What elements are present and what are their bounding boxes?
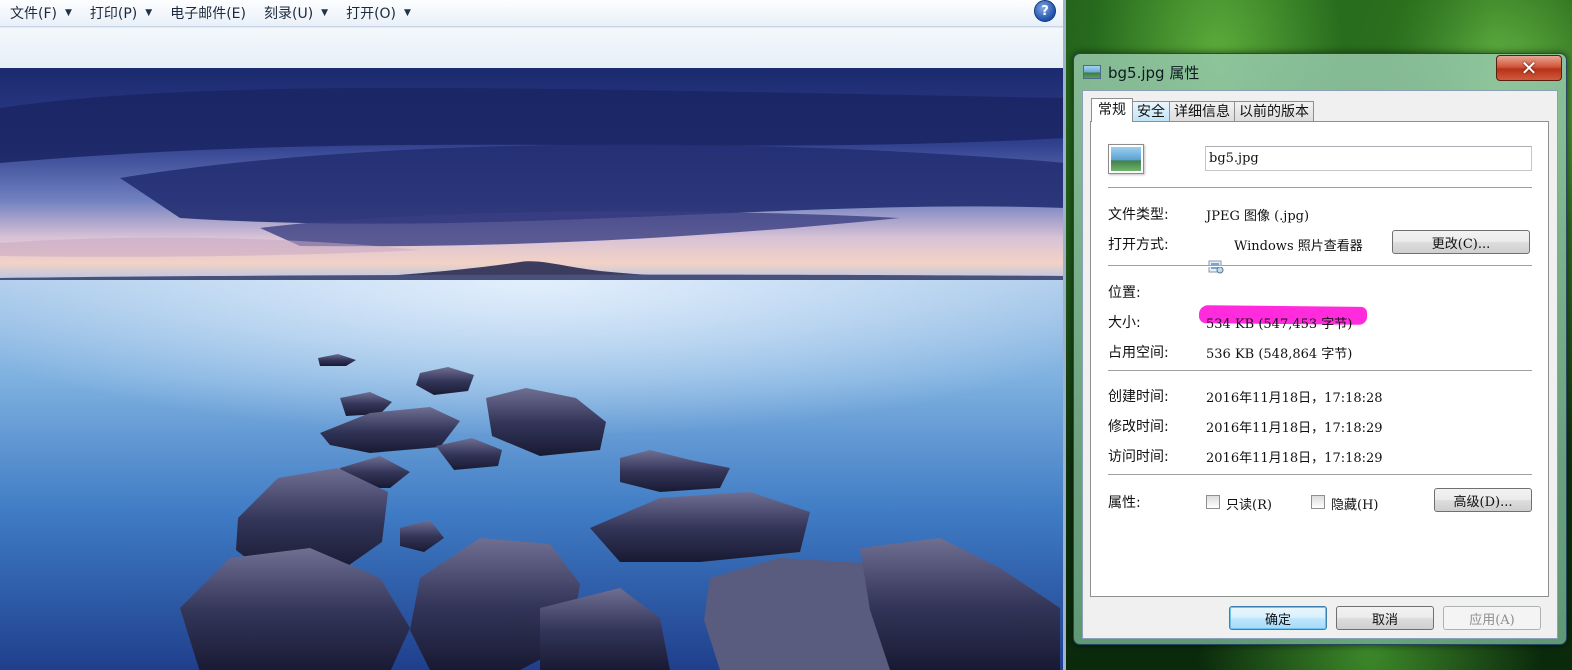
viewer-toolbar-strip bbox=[0, 28, 1066, 68]
advanced-button[interactable]: 高级(D)... bbox=[1434, 488, 1532, 512]
tab-strip: 常规 安全 详细信息 以前的版本 bbox=[1091, 98, 1314, 122]
divider bbox=[1108, 370, 1532, 372]
opens-with-value: Windows 照片查看器 bbox=[1234, 239, 1363, 254]
tab-details[interactable]: 详细信息 bbox=[1169, 101, 1235, 122]
attributes-label: 属性: bbox=[1108, 495, 1141, 511]
created-value: 2016年11月18日，17:18:28 bbox=[1206, 391, 1383, 406]
filename-field[interactable] bbox=[1205, 146, 1532, 171]
modified-value: 2016年11月18日，17:18:29 bbox=[1206, 421, 1383, 436]
photo-canvas bbox=[0, 68, 1066, 670]
viewer-menubar: 文件(F) ▼ 打印(P) ▼ 电子邮件(E) 刻录(U) ▼ 打开(O) ▼ … bbox=[0, 0, 1066, 27]
file-properties-dialog: bg5.jpg 属性 ✕ 常规 安全 详细信息 以前的版本 文件类型: JPEG… bbox=[1073, 53, 1567, 645]
created-label: 创建时间: bbox=[1108, 389, 1169, 405]
size-label: 大小: bbox=[1108, 315, 1141, 331]
menu-open[interactable]: 打开(O) ▼ bbox=[340, 2, 417, 24]
ok-button[interactable]: 确定 bbox=[1229, 606, 1327, 630]
chevron-down-icon: ▼ bbox=[321, 8, 329, 18]
size-value: 534 KB (547,453 字节) bbox=[1206, 317, 1353, 332]
general-tab-panel: 文件类型: JPEG 图像 (.jpg) 打开方式: Windows 照片查看器… bbox=[1090, 121, 1549, 597]
accessed-label: 访问时间: bbox=[1108, 449, 1169, 465]
size-on-disk-value: 536 KB (548,864 字节) bbox=[1206, 347, 1353, 362]
readonly-checkbox[interactable] bbox=[1206, 495, 1220, 509]
change-button[interactable]: 更改(C)... bbox=[1392, 230, 1530, 254]
cancel-button[interactable]: 取消 bbox=[1336, 606, 1434, 630]
image-thumbnail-icon bbox=[1108, 144, 1144, 174]
file-type-value: JPEG 图像 (.jpg) bbox=[1206, 209, 1310, 224]
menu-print[interactable]: 打印(P) ▼ bbox=[84, 2, 158, 24]
accessed-value: 2016年11月18日，17:18:29 bbox=[1206, 451, 1383, 466]
menu-burn[interactable]: 刻录(U) ▼ bbox=[258, 2, 334, 24]
close-button[interactable]: ✕ bbox=[1496, 55, 1562, 81]
hidden-checkbox[interactable] bbox=[1311, 495, 1325, 509]
chevron-down-icon: ▼ bbox=[64, 8, 72, 18]
menu-open-label: 打开(O) bbox=[346, 6, 397, 22]
menu-file-label: 文件(F) bbox=[10, 6, 57, 22]
apply-button[interactable]: 应用(A) bbox=[1443, 606, 1541, 630]
chevron-down-icon: ▼ bbox=[404, 8, 411, 18]
menu-print-label: 打印(P) bbox=[89, 6, 138, 22]
location-label: 位置: bbox=[1108, 285, 1141, 301]
divider bbox=[1108, 265, 1532, 267]
dialog-title-bar[interactable]: bg5.jpg 属性 bbox=[1074, 54, 1566, 90]
dialog-title: bg5.jpg 属性 bbox=[1108, 63, 1200, 82]
menu-file[interactable]: 文件(F) ▼ bbox=[4, 2, 78, 24]
image-file-icon bbox=[1083, 65, 1101, 79]
tab-security[interactable]: 安全 bbox=[1132, 101, 1170, 122]
divider bbox=[1108, 187, 1532, 189]
tab-previous-versions[interactable]: 以前的版本 bbox=[1234, 101, 1314, 122]
dialog-client-area: 常规 安全 详细信息 以前的版本 文件类型: JPEG 图像 (.jpg) 打开… bbox=[1082, 90, 1558, 639]
file-type-label: 文件类型: bbox=[1108, 207, 1169, 223]
divider bbox=[1108, 474, 1532, 476]
landscape-photo bbox=[0, 68, 1066, 670]
menu-burn-label: 刻录(U) bbox=[263, 6, 314, 22]
tab-general[interactable]: 常规 bbox=[1091, 98, 1133, 122]
help-icon[interactable]: ? bbox=[1034, 0, 1056, 22]
modified-label: 修改时间: bbox=[1108, 419, 1169, 435]
readonly-label[interactable]: 只读(R) bbox=[1226, 494, 1272, 513]
hidden-label[interactable]: 隐藏(H) bbox=[1331, 494, 1378, 513]
size-on-disk-label: 占用空间: bbox=[1108, 345, 1169, 361]
chevron-down-icon: ▼ bbox=[145, 8, 153, 18]
opens-with-label: 打开方式: bbox=[1108, 237, 1169, 253]
menu-email[interactable]: 电子邮件(E) bbox=[164, 2, 252, 24]
photo-viewer-window: 文件(F) ▼ 打印(P) ▼ 电子邮件(E) 刻录(U) ▼ 打开(O) ▼ … bbox=[0, 0, 1066, 670]
menu-email-label: 电子邮件(E) bbox=[170, 6, 246, 22]
close-icon: ✕ bbox=[1520, 56, 1538, 80]
